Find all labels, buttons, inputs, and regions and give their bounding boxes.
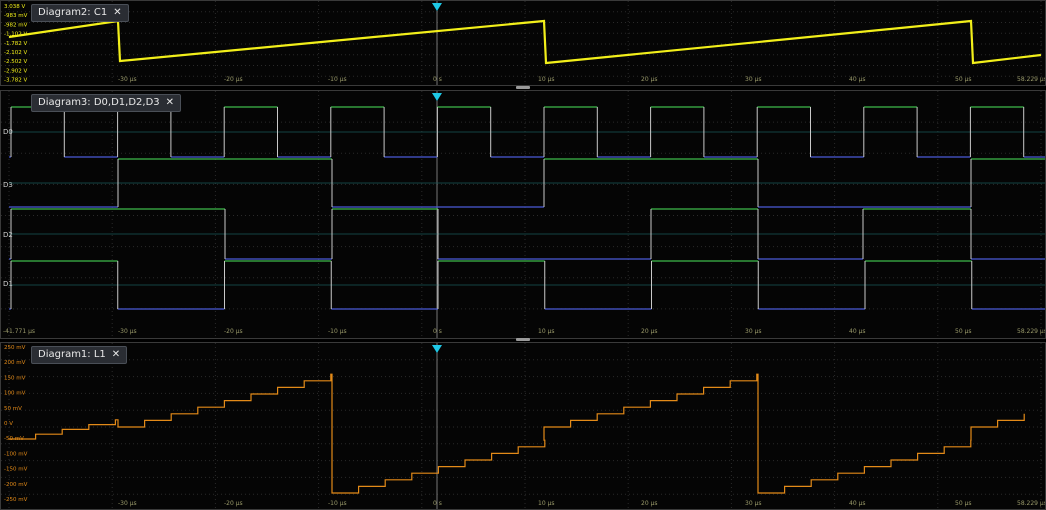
time-tick-label: -30 µs: [118, 500, 137, 507]
y-tick-label: -100 mV: [4, 451, 28, 457]
close-icon[interactable]: ✕: [112, 349, 120, 360]
time-tick-label: 0 s: [433, 328, 442, 335]
trigger-marker-icon[interactable]: [432, 345, 442, 353]
close-icon[interactable]: ✕: [113, 7, 121, 18]
diagram2-title: Diagram2: C1: [38, 7, 108, 18]
time-right-label: 58.229 µs: [1017, 328, 1046, 335]
y-tick-label: -250 mV: [4, 497, 28, 503]
diagram3-plot[interactable]: D0D3D2D1-30 µs -20 µs -10 µs 0 s 10 µs 20 µs 3…: [1, 91, 1046, 339]
y-tick-label: -2.902 V: [4, 68, 27, 74]
time-tick-label: -30 µs: [118, 76, 137, 83]
time-tick-label: -20 µs: [224, 76, 243, 83]
time-tick-label: 10 µs: [538, 500, 555, 507]
time-tick-label: -20 µs: [224, 500, 243, 507]
time-left-label: -41.771 µs: [3, 328, 35, 335]
y-tick-label: -982 mV: [4, 22, 28, 28]
y-tick-label: 100 mV: [4, 391, 26, 397]
y-tick-label: -200 mV: [4, 482, 28, 488]
channel-label-d3: D3: [3, 181, 13, 189]
time-right-label: 58.229 µs: [1017, 76, 1046, 83]
y-tick-label: 3.038 V: [4, 4, 25, 10]
l1-waveform: [9, 373, 1025, 494]
diagram2-panel[interactable]: 3.038 V -983 mV -982 mV -1.102 V -1.782 V -2.…: [0, 0, 1046, 86]
time-tick-label: 0 s: [433, 500, 442, 507]
time-tick-label: 10 µs: [538, 328, 555, 335]
diagram3-panel[interactable]: D0 D3 D2 D1 -30 µs -20 µs -10 µs 0 s 10 µs 20 µs 3…: [0, 90, 1046, 339]
y-tick-label: -983 mV: [4, 13, 28, 19]
time-tick-label: 30 µs: [745, 76, 762, 83]
resize-handle-icon[interactable]: [516, 86, 530, 89]
diagram2-tab[interactable]: Diagram2: C1 ✕: [31, 4, 129, 22]
close-icon[interactable]: ✕: [166, 97, 174, 108]
time-tick-label: 40 µs: [849, 76, 866, 83]
time-right-label: 58.229 µs: [1017, 500, 1046, 507]
y-tick-label: 200 mV: [4, 360, 26, 366]
time-tick-label: 30 µs: [745, 328, 762, 335]
y-tick-label: 0 V: [4, 421, 13, 427]
y-tick-label: -150 mV: [4, 467, 28, 473]
y-tick-label: -2.502 V: [4, 59, 27, 65]
resize-handle-icon[interactable]: [516, 338, 530, 341]
time-tick-label: -10 µs: [328, 328, 347, 335]
y-tick-label: -3.782 V: [4, 78, 27, 84]
time-tick-label: 20 µs: [641, 500, 658, 507]
diagram1-plot[interactable]: 250 mV200 mV150 mV100 mV50 mV0 V-50 mV-1…: [1, 343, 1046, 510]
time-tick-label: -10 µs: [328, 500, 347, 507]
time-tick-label: 30 µs: [745, 500, 762, 507]
y-tick-label: 150 mV: [4, 375, 26, 381]
time-tick-label: 0 s: [433, 76, 442, 83]
time-tick-label: -20 µs: [224, 328, 243, 335]
time-tick-label: 50 µs: [955, 76, 972, 83]
trigger-marker-icon[interactable]: [432, 93, 442, 101]
y-tick-label: -2.102 V: [4, 50, 27, 56]
y-tick-label: 50 mV: [4, 406, 22, 412]
diagram2-plot[interactable]: 3.038 V-983 mV-982 mV-1.102 V-1.782 V-2.…: [1, 1, 1046, 86]
time-tick-label: 10 µs: [538, 76, 555, 83]
diagram3-title: Diagram3: D0,D1,D2,D3: [38, 97, 160, 108]
diagram1-panel[interactable]: 250 mV 200 mV 150 mV 100 mV 50 mV 0 V -50 mV -1…: [0, 342, 1046, 510]
diagram3-tab[interactable]: Diagram3: D0,D1,D2,D3 ✕: [31, 94, 182, 112]
time-tick-label: -30 µs: [118, 328, 137, 335]
time-tick-label: -10 µs: [328, 76, 347, 83]
time-tick-label: 20 µs: [641, 328, 658, 335]
diagram1-title: Diagram1: L1: [38, 349, 106, 360]
diagram1-tab[interactable]: Diagram1: L1 ✕: [31, 346, 128, 364]
trigger-marker-icon[interactable]: [432, 3, 442, 11]
y-tick-label: -1.782 V: [4, 41, 27, 47]
time-tick-label: 50 µs: [955, 328, 972, 335]
time-tick-label: 40 µs: [849, 328, 866, 335]
time-tick-label: 20 µs: [641, 76, 658, 83]
time-tick-label: 50 µs: [955, 500, 972, 507]
time-tick-label: 40 µs: [849, 500, 866, 507]
y-tick-label: 250 mV: [4, 345, 26, 351]
